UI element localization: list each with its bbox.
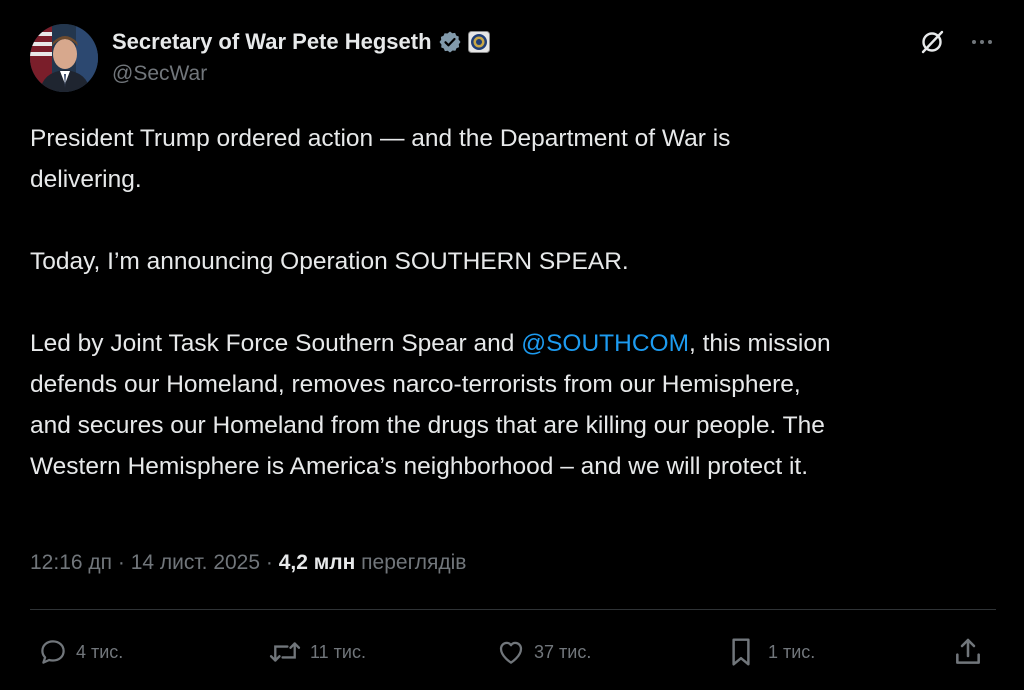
verified-badge-icon bbox=[438, 30, 462, 54]
bookmark-count: 1 тис. bbox=[768, 641, 816, 662]
post-date[interactable]: 14 лист. 2025 bbox=[131, 551, 260, 574]
department-seal-icon[interactable] bbox=[467, 31, 490, 53]
post-paragraph-2: Today, I’m announcing Operation SOUTHERN… bbox=[30, 248, 629, 275]
meta-separator: · bbox=[112, 551, 131, 574]
post-line: defends our Homeland, removes narco-terr… bbox=[30, 371, 801, 398]
post-actions: 4 тис. 11 тис. 37 тис. 1 тис. bbox=[0, 632, 1024, 672]
more-icon[interactable] bbox=[968, 28, 996, 56]
post-line: , this mission bbox=[689, 330, 831, 357]
share-button[interactable] bbox=[952, 632, 984, 672]
repost-count: 11 тис. bbox=[310, 641, 366, 662]
post: Secretary of War Pete Hegseth @SecWar Pr… bbox=[0, 0, 1024, 690]
views-count: 4,2 млн bbox=[278, 551, 356, 574]
like-count: 37 тис. bbox=[534, 641, 592, 662]
share-icon bbox=[952, 636, 984, 668]
reply-icon bbox=[38, 637, 68, 667]
southcom-mention-link[interactable]: @SOUTHCOM bbox=[521, 330, 689, 357]
avatar[interactable] bbox=[30, 24, 98, 92]
post-line: delivering. bbox=[30, 166, 142, 193]
bookmark-icon bbox=[726, 636, 756, 668]
heart-icon bbox=[496, 637, 526, 667]
post-header-actions bbox=[918, 28, 996, 56]
divider bbox=[30, 609, 996, 610]
views-label: переглядів bbox=[361, 551, 467, 574]
meta-separator: · bbox=[260, 551, 279, 574]
bookmark-button[interactable]: 1 тис. bbox=[726, 632, 815, 672]
author-name-row: Secretary of War Pete Hegseth bbox=[112, 28, 490, 56]
like-button[interactable]: 37 тис. bbox=[496, 632, 591, 672]
repost-button[interactable]: 11 тис. bbox=[268, 632, 366, 672]
avatar-image bbox=[30, 24, 98, 92]
display-name[interactable]: Secretary of War Pete Hegseth bbox=[112, 29, 432, 55]
post-line: President Trump ordered action — and the… bbox=[30, 125, 731, 152]
post-paragraph-3: Led by Joint Task Force Southern Spear a… bbox=[30, 323, 1010, 487]
post-meta: 12:16 дп · 14 лист. 2025 · 4,2 млн перег… bbox=[30, 551, 466, 575]
post-line: Western Hemisphere is America’s neighbor… bbox=[30, 453, 809, 480]
post-time[interactable]: 12:16 дп bbox=[30, 551, 112, 574]
reply-button[interactable]: 4 тис. bbox=[38, 632, 123, 672]
post-line: and secures our Homeland from the drugs … bbox=[30, 412, 825, 439]
reply-count: 4 тис. bbox=[76, 641, 124, 662]
repost-icon bbox=[268, 637, 302, 667]
post-line: Led by Joint Task Force Southern Spear a… bbox=[30, 330, 522, 357]
post-text: President Trump ordered action — and the… bbox=[30, 118, 1010, 487]
grok-icon[interactable] bbox=[918, 28, 946, 56]
author-handle[interactable]: @SecWar bbox=[112, 62, 207, 86]
post-paragraph-1: President Trump ordered action — and the… bbox=[30, 118, 1010, 200]
